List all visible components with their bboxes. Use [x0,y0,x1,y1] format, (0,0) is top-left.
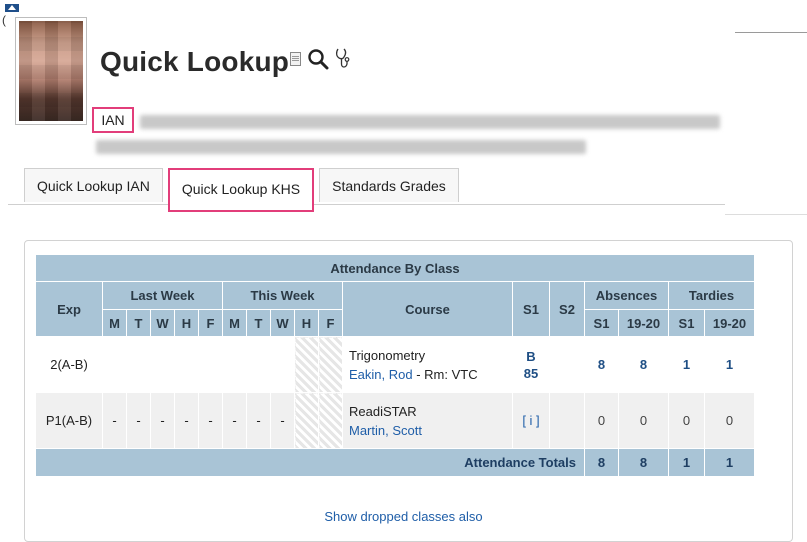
day-cell [102,336,127,393]
day-mark: - [222,392,247,449]
day-cell [126,336,151,393]
expand-icon[interactable] [5,4,19,12]
redacted-info [140,115,720,129]
tardies-year: 0 [704,392,755,449]
period-cell: P1(A-B) [35,392,103,449]
corner-mark: ( [2,13,6,27]
day-cell-future [294,392,319,449]
totals-absences-s1[interactable]: 8 [584,448,619,477]
totals-absences-year[interactable]: 8 [618,448,669,477]
teacher-link[interactable]: Martin, Scott [349,423,422,438]
redacted-info [96,140,586,154]
tab-underline-right [725,214,807,215]
grade-letter[interactable]: B [514,348,548,365]
table-row: 2(A-B) Trigonometry Eakin, Rod - Rm: VTC… [35,336,755,393]
absences-s1[interactable]: 8 [584,336,619,393]
header-last-week: Last Week [102,281,223,310]
header-tar-s1: S1 [668,309,705,337]
room-label: - Rm: VTC [412,366,478,382]
tardies-s1[interactable]: 1 [668,336,705,393]
grade-cell[interactable]: B 85 [512,336,550,393]
tab-quick-lookup-ian[interactable]: Quick Lookup IAN [24,168,163,202]
s2-grade-cell [549,392,585,449]
tardies-s1: 0 [668,392,705,449]
day-mark: - [174,392,199,449]
day-cell [198,336,223,393]
day-mark: - [126,392,151,449]
header-course: Course [342,281,513,337]
absences-year: 0 [618,392,669,449]
day-header: T [246,309,271,337]
day-header: H [294,309,319,337]
tab-underline [8,204,725,205]
stethoscope-icon[interactable] [335,47,351,71]
title-icons [290,47,351,71]
header-absences: Absences [584,281,669,310]
header-tar-year: 19-20 [704,309,755,337]
grade-info-link[interactable]: [ i ] [512,392,550,449]
totals-label: Attendance Totals [35,448,585,477]
day-cell-future [318,392,343,449]
header-abs-s1: S1 [584,309,619,337]
student-name-label: IAN [92,107,134,133]
day-mark: - [102,392,127,449]
totals-row: Attendance Totals 8 8 1 1 [35,448,755,477]
period-cell: 2(A-B) [35,336,103,393]
day-cell-future [318,336,343,393]
teacher-link[interactable]: Eakin, Rod [349,367,413,382]
header-abs-year: 19-20 [618,309,669,337]
attendance-table: Attendance By Class Exp Last Week This W… [35,254,755,477]
absences-s1: 0 [584,392,619,449]
day-cell [222,336,247,393]
tardies-year[interactable]: 1 [704,336,755,393]
s2-grade-cell [549,336,585,393]
totals-tardies-s1[interactable]: 1 [668,448,705,477]
top-divider [735,32,807,33]
page-title: Quick Lookup [100,46,290,77]
day-mark: - [150,392,175,449]
day-header: W [270,309,295,337]
day-cell [150,336,175,393]
day-header: M [222,309,247,337]
course-cell: ReadiSTAR Martin, Scott [342,392,513,449]
day-header: W [150,309,175,337]
day-header: F [198,309,223,337]
course-cell: Trigonometry Eakin, Rod - Rm: VTC [342,336,513,393]
course-name: ReadiSTAR [349,403,417,419]
grade-percent[interactable]: 85 [514,365,548,382]
day-mark: - [198,392,223,449]
day-header: F [318,309,343,337]
table-title: Attendance By Class [35,254,755,282]
day-header: M [102,309,127,337]
day-mark: - [270,392,295,449]
search-icon[interactable] [307,48,329,70]
day-cell [270,336,295,393]
day-mark: - [246,392,271,449]
header-exp: Exp [35,281,103,337]
course-name: Trigonometry [349,347,426,363]
header-this-week: This Week [222,281,343,310]
day-cell [174,336,199,393]
totals-tardies-year[interactable]: 1 [704,448,755,477]
day-header: T [126,309,151,337]
header-s1: S1 [512,281,550,337]
show-dropped-link[interactable]: Show dropped classes also [0,509,807,524]
tab-quick-lookup-khs[interactable]: Quick Lookup KHS [167,168,315,212]
header-s2: S2 [549,281,585,337]
document-icon[interactable] [290,52,301,66]
absences-year[interactable]: 8 [618,336,669,393]
day-cell-future [294,336,319,393]
student-photo [15,17,87,125]
table-row: P1(A-B) - - - - - - - - ReadiSTAR Martin… [35,392,755,449]
header-tardies: Tardies [668,281,755,310]
day-cell [246,336,271,393]
tab-standards-grades[interactable]: Standards Grades [319,168,459,202]
tab-bar: Quick Lookup IAN Quick Lookup KHS Standa… [24,168,459,212]
day-header: H [174,309,199,337]
